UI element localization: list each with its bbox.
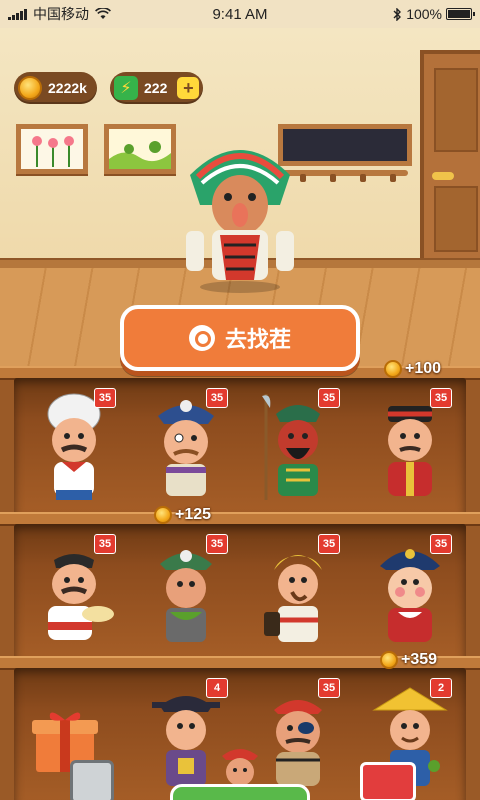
level-badge: 35 [318,534,340,554]
level-badge: 35 [94,534,116,554]
shop-icon[interactable] [360,762,416,800]
search-icon [188,325,215,351]
find-differences-label: 去找茬 [224,327,291,352]
character-slot-skull-pirate[interactable]: 35 [134,530,234,650]
battery-percent: 100% [406,6,442,22]
battery-icon [446,8,475,20]
coin-icon [18,76,42,100]
shelf-1-reward[interactable]: +100 [384,360,441,378]
character-slot-general[interactable]: 35 [246,384,346,504]
flower-painting [16,124,88,174]
bottom-green-button[interactable] [170,784,310,800]
level-badge: 35 [318,388,340,408]
level-badge: 35 [430,388,452,408]
door [420,50,480,265]
wifi-icon [95,8,111,19]
bluetooth-icon [393,7,402,21]
lightning-icon: ⚡ [114,76,138,100]
coin-balance: 2222k [14,72,97,104]
find-differences-button[interactable]: 去找茬 [120,305,360,371]
level-badge: 35 [430,534,452,554]
trash-can-icon[interactable] [70,760,114,800]
character-slot-pirate[interactable]: 35 [134,384,234,504]
coin-icon [154,506,172,524]
coin-amount: 2222k [48,80,87,96]
character-slot-scarf-woman[interactable]: 35 [246,530,346,650]
add-energy-button[interactable]: + [177,77,200,99]
landscape-painting [104,124,176,174]
level-badge: 4 [206,678,228,698]
shelf-2-reward[interactable]: +125 [154,506,211,524]
character-slot-cook[interactable]: 35 [22,530,122,650]
character-slot-chef[interactable]: 35 [22,384,122,504]
level-badge: 35 [206,534,228,554]
carrier-label: 中国移动 [33,6,89,22]
character-slot-captain[interactable]: 35 [358,530,458,650]
shelf-3-reward[interactable]: +359 [380,651,437,669]
chief-character[interactable] [180,135,300,295]
character-slot-bandit[interactable]: 35 [358,384,458,504]
coin-icon [384,360,402,378]
level-badge: 35 [318,678,340,698]
status-bar: 中国移动 9:41 AM 100% [0,0,480,28]
level-badge: 35 [206,388,228,408]
level-badge: 2 [430,678,452,698]
door-knob-icon [432,172,454,180]
signal-icon [8,8,27,20]
level-badge: 35 [94,388,116,408]
coin-icon [380,651,398,669]
energy-amount: 222 [144,80,168,96]
energy-balance: ⚡ 222 + [110,72,204,104]
